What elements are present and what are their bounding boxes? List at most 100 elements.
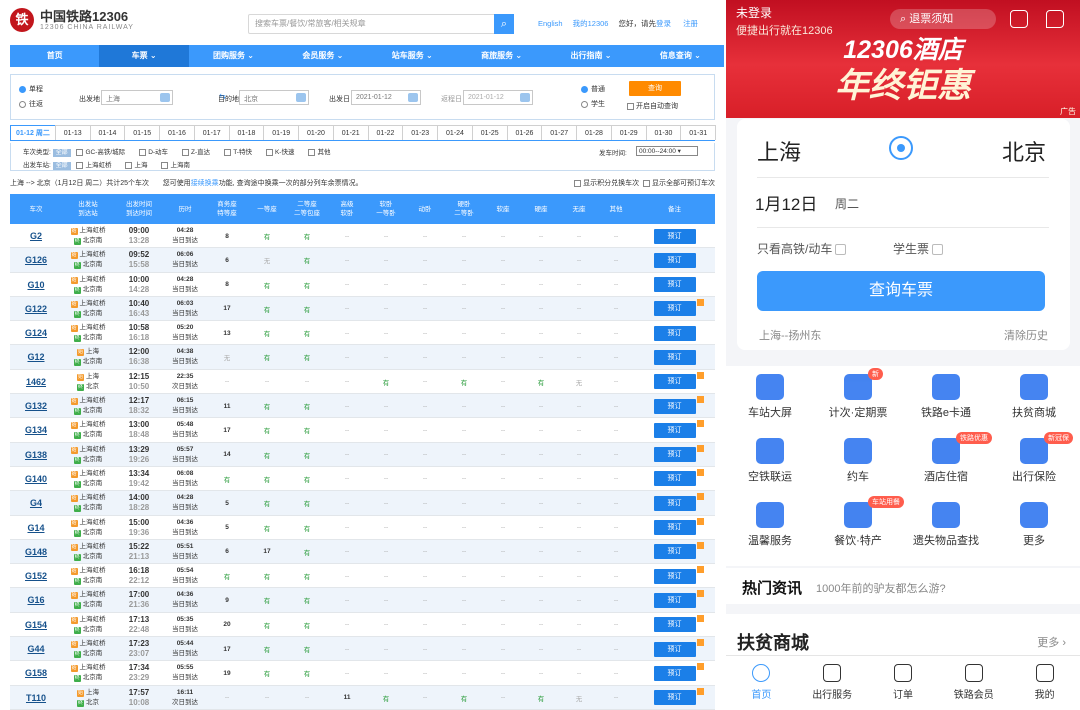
tab-1[interactable]: 出行服务 (797, 656, 868, 710)
train-number[interactable]: G132 (25, 401, 47, 411)
train-number[interactable]: G122 (25, 304, 47, 314)
date-tab[interactable]: 01-19 (263, 125, 300, 140)
date-tab[interactable]: 01-21 (332, 125, 369, 140)
train-number[interactable]: T110 (26, 693, 46, 703)
train-no-cell[interactable]: G12 (10, 345, 62, 369)
points-checkbox[interactable] (574, 179, 582, 187)
train-no-cell[interactable]: T110 (10, 686, 62, 710)
nav-item[interactable]: 首页 (10, 45, 99, 67)
train-number[interactable]: G16 (27, 595, 44, 605)
book-button[interactable]: 预订 (653, 447, 696, 463)
book-button[interactable]: 预订 (653, 495, 696, 511)
train-no-cell[interactable]: G152 (10, 564, 62, 588)
history-item[interactable]: 上海--扬州东 (759, 327, 821, 343)
lang-link[interactable]: English (538, 19, 563, 28)
type-checkbox[interactable]: D-动车 (139, 148, 168, 156)
date-tab[interactable]: 01-13 (54, 125, 91, 140)
service-item[interactable]: 新冠保 出行保险 (990, 432, 1078, 484)
train-number[interactable]: G134 (25, 425, 47, 435)
depart-date-input[interactable]: 2021-01-12 (351, 90, 421, 105)
all-stations-chip[interactable]: 全部 (52, 162, 71, 170)
nav-item[interactable]: 信息查询 ⌄ (636, 45, 724, 67)
book-button[interactable]: 预订 (653, 325, 696, 341)
register-link[interactable]: 注册 (683, 19, 698, 28)
tab-4[interactable]: 我的 (1009, 656, 1080, 710)
to-city[interactable]: 北京 (1002, 135, 1046, 167)
type-checkbox[interactable]: Z-直达 (182, 148, 210, 156)
date-tab[interactable]: 01-18 (228, 125, 265, 140)
service-item[interactable]: 空铁联运 (726, 438, 814, 484)
refund-notice-button[interactable]: ⌕ 退票须知 (890, 9, 996, 29)
train-number[interactable]: G154 (25, 620, 47, 630)
book-button[interactable]: 预订 (653, 471, 696, 487)
date-tab[interactable]: 01-14 (89, 125, 126, 140)
train-number[interactable]: G138 (25, 450, 47, 460)
train-no-cell[interactable]: G2 (10, 224, 62, 248)
type-checkbox[interactable]: 其他 (308, 148, 330, 156)
book-button[interactable]: 预订 (653, 398, 696, 414)
normal-radio[interactable]: 普通 (581, 84, 605, 94)
search-icon[interactable]: ⌕ (494, 14, 514, 34)
service-item[interactable]: 遗失物品查找 (902, 502, 990, 548)
book-button[interactable]: 预订 (653, 690, 696, 706)
nav-item[interactable]: 出行指南 ⌄ (546, 45, 635, 67)
station-checkbox[interactable]: 上海 (125, 161, 147, 169)
news-headline[interactable]: 1000年前的驴友都怎么游? (816, 580, 946, 596)
book-button[interactable]: 预订 (653, 277, 696, 293)
train-number[interactable]: G158 (25, 668, 47, 678)
gd-only-checkbox[interactable]: 只看高铁/动车 (757, 240, 847, 257)
train-no-cell[interactable]: G158 (10, 661, 62, 685)
book-button[interactable]: 预订 (653, 592, 696, 608)
book-button[interactable]: 预订 (653, 617, 696, 633)
nav-item[interactable]: 会员服务 ⌄ (278, 45, 367, 67)
train-no-cell[interactable]: G124 (10, 321, 62, 345)
service-item[interactable]: 铁路e卡通 (902, 374, 990, 420)
date-tab[interactable]: 01-26 (506, 125, 543, 140)
tab-3[interactable]: 铁路会员 (938, 656, 1009, 710)
type-checkbox[interactable]: K-快速 (265, 148, 294, 156)
train-no-cell[interactable]: G122 (10, 297, 62, 321)
scan-icon[interactable] (1010, 10, 1028, 28)
my12306-link[interactable]: 我的12306 (573, 19, 609, 28)
date-tab[interactable]: 01-15 (124, 125, 161, 140)
station-checkbox[interactable]: 上海南 (161, 161, 190, 169)
date-tab[interactable]: 01-12 周二 (10, 125, 56, 140)
from-input[interactable]: 上海 (101, 90, 173, 105)
train-no-cell[interactable]: G154 (10, 613, 62, 637)
search-tickets-button[interactable]: 查询车票 (757, 271, 1045, 311)
return-date-input[interactable]: 2021-01-12 (463, 90, 533, 105)
train-no-cell[interactable]: 1462 (10, 370, 62, 394)
transfer-link[interactable]: 接续换乘 (191, 180, 219, 187)
train-number[interactable]: G44 (27, 644, 44, 654)
to-input[interactable]: 北京 (239, 90, 309, 105)
swap-cities-icon[interactable] (889, 136, 913, 160)
message-icon[interactable] (1046, 10, 1064, 28)
date-tab[interactable]: 01-31 (680, 125, 717, 140)
train-number[interactable]: G2 (30, 231, 42, 241)
login-link[interactable]: 登录 (656, 19, 671, 28)
service-item[interactable]: 车站大屏 (726, 374, 814, 420)
train-no-cell[interactable]: G44 (10, 637, 62, 661)
travel-date[interactable]: 1月12日 (755, 190, 817, 215)
book-button[interactable]: 预订 (653, 228, 696, 244)
book-button[interactable]: 预订 (653, 641, 696, 657)
date-tab[interactable]: 01-27 (541, 125, 578, 140)
auto-query-checkbox[interactable]: 开启自动查询 (627, 101, 678, 111)
service-item[interactable]: 温馨服务 (726, 502, 814, 548)
train-no-cell[interactable]: G126 (10, 248, 62, 272)
time-select[interactable]: 00:00--24:00 ▾ (636, 146, 698, 156)
login-status[interactable]: 未登录 (736, 4, 772, 21)
service-item[interactable]: 车站用餐 餐饮·特产 (814, 496, 904, 548)
student-ticket-checkbox[interactable]: 学生票 (893, 240, 944, 257)
all-types-chip[interactable]: 全部 (52, 149, 71, 157)
train-number[interactable]: G140 (25, 474, 47, 484)
site-logo[interactable]: 铁 中国铁路12306 12306 CHINA RAILWAY (10, 8, 134, 32)
date-tab[interactable]: 01-29 (610, 125, 647, 140)
book-button[interactable]: 预订 (653, 422, 696, 438)
date-tab[interactable]: 01-23 (402, 125, 439, 140)
promo-banner[interactable]: 未登录 便捷出行就在12306 ⌕ 退票须知 12306酒店 年终钜惠 广告 (726, 0, 1080, 118)
from-city[interactable]: 上海 (757, 135, 801, 167)
type-checkbox[interactable]: GC-高铁/城际 (76, 148, 125, 156)
station-checkbox[interactable]: 上海虹桥 (76, 161, 111, 169)
date-tab[interactable]: 01-30 (645, 125, 682, 140)
